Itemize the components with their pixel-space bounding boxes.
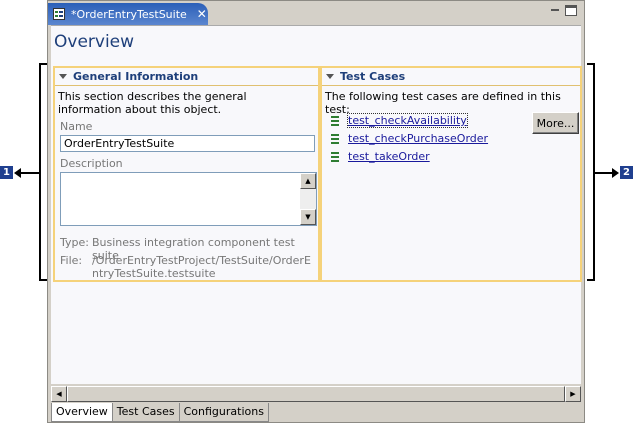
scrollbar-thumb[interactable] bbox=[67, 386, 565, 402]
editor-tab[interactable]: *OrderEntryTestSuite ✕ bbox=[48, 3, 208, 25]
collapse-icon[interactable] bbox=[326, 74, 334, 79]
test-case-link[interactable]: test_takeOrder bbox=[348, 150, 430, 163]
scroll-up-icon[interactable]: ▲ bbox=[300, 173, 316, 189]
description-scrollbar[interactable]: ▲ ▼ bbox=[300, 173, 316, 225]
description-label: Description bbox=[60, 157, 123, 170]
section-description: This section describes the general infor… bbox=[58, 90, 247, 116]
page-title: Overview bbox=[54, 32, 135, 52]
file-value: /OrderEntryTestProject/TestSuite/OrderEn… bbox=[92, 254, 311, 280]
scroll-right-icon[interactable]: ▶ bbox=[565, 386, 581, 402]
editor-page-tabs: Overview Test Cases Configurations bbox=[51, 403, 269, 422]
callout-bracket-1 bbox=[39, 63, 47, 281]
test-case-item[interactable]: test_checkPurchaseOrder bbox=[331, 132, 488, 145]
general-information-header[interactable]: General Information bbox=[55, 68, 318, 86]
test-case-item[interactable]: test_takeOrder bbox=[331, 150, 430, 163]
collapse-icon[interactable] bbox=[59, 74, 67, 79]
test-case-link[interactable]: test_checkPurchaseOrder bbox=[348, 132, 488, 145]
callout-badge-1: 1 bbox=[0, 166, 13, 179]
editor-tab-title: *OrderEntryTestSuite bbox=[71, 7, 187, 21]
general-information-section: General Information This section describ… bbox=[53, 66, 320, 282]
test-case-icon bbox=[331, 133, 339, 144]
general-information-heading: General Information bbox=[73, 70, 199, 83]
tab-configurations[interactable]: Configurations bbox=[178, 403, 269, 422]
test-cases-heading: Test Cases bbox=[340, 70, 406, 83]
horizontal-scrollbar[interactable]: ◀ ▶ bbox=[51, 386, 581, 402]
more-button[interactable]: More... bbox=[532, 112, 579, 134]
name-field[interactable]: OrderEntryTestSuite bbox=[60, 135, 315, 152]
close-icon[interactable]: ✕ bbox=[197, 7, 207, 21]
test-suite-icon bbox=[53, 8, 65, 20]
callout-arrow-1 bbox=[14, 168, 40, 178]
file-label: File: bbox=[60, 254, 83, 267]
tab-test-cases[interactable]: Test Cases bbox=[111, 403, 180, 422]
description-field[interactable]: ▲ ▼ bbox=[60, 172, 317, 226]
test-case-item[interactable]: test_checkAvailability bbox=[331, 113, 468, 128]
scroll-down-icon[interactable]: ▼ bbox=[300, 209, 316, 225]
callout-arrow-2 bbox=[593, 168, 619, 178]
callout-badge-2: 2 bbox=[620, 166, 633, 179]
maximize-icon[interactable] bbox=[565, 5, 577, 16]
minimize-icon[interactable] bbox=[549, 5, 561, 16]
file-row: File: /OrderEntryTestProject/TestSuite/Or… bbox=[60, 254, 314, 280]
test-cases-section: Test Cases The following test cases are … bbox=[320, 66, 582, 282]
test-case-icon bbox=[331, 115, 339, 126]
test-case-link[interactable]: test_checkAvailability bbox=[347, 113, 468, 128]
name-label: Name bbox=[60, 120, 93, 133]
tab-overview[interactable]: Overview bbox=[51, 403, 113, 422]
type-label: Type: bbox=[60, 236, 89, 249]
test-cases-header[interactable]: Test Cases bbox=[322, 68, 580, 86]
editor-content: Overview General Information This sectio… bbox=[51, 25, 582, 384]
scroll-left-icon[interactable]: ◀ bbox=[51, 386, 67, 402]
editor-tab-bar: *OrderEntryTestSuite ✕ bbox=[48, 1, 584, 25]
test-suite-editor: *OrderEntryTestSuite ✕ Overview General … bbox=[47, 0, 585, 423]
test-case-icon bbox=[331, 151, 339, 162]
